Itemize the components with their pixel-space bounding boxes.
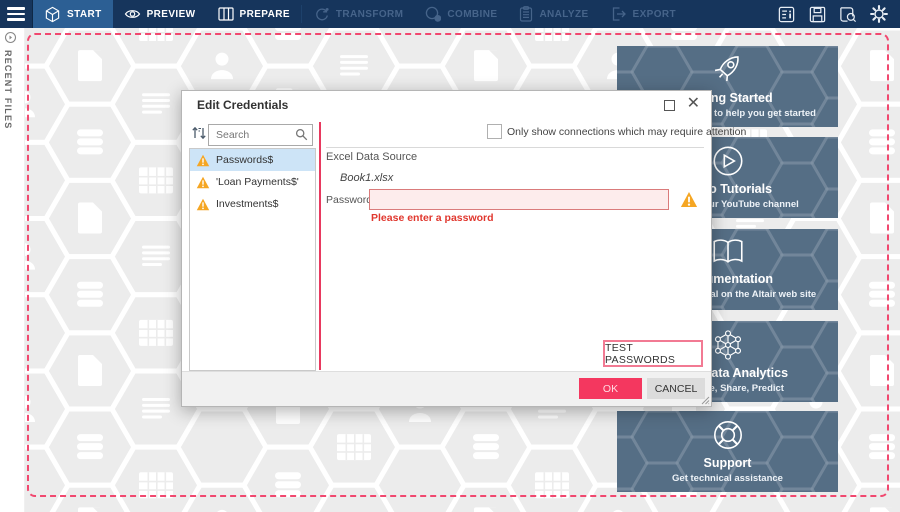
tab-start[interactable]: START — [33, 0, 113, 28]
network-icon — [714, 330, 741, 360]
save-icon[interactable] — [806, 3, 828, 25]
test-passwords-button[interactable]: TEST PASSWORDS — [603, 340, 703, 367]
close-icon[interactable]: ✕ — [687, 94, 700, 114]
tab-label: PREVIEW — [146, 8, 196, 20]
filter-checkbox-label: Only show connections which may require … — [507, 125, 747, 138]
group-divider — [326, 147, 704, 148]
clipboard-icon — [520, 6, 533, 22]
settings-gear-icon[interactable] — [868, 3, 890, 25]
tab-label: ANALYZE — [539, 8, 589, 20]
dialog-title-bar[interactable]: Edit Credentials ✕ — [182, 91, 711, 119]
maximize-icon[interactable] — [664, 100, 675, 111]
list-item-loan-payments[interactable]: 'Loan Payments$' — [190, 171, 315, 193]
tab-label: START — [67, 8, 102, 20]
cube-icon — [45, 6, 60, 22]
tab-label: EXPORT — [632, 8, 677, 20]
venn-icon — [426, 6, 442, 22]
tab-combine: COMBINE — [414, 0, 508, 28]
tab-preview[interactable]: PREVIEW — [113, 0, 207, 28]
warning-icon — [196, 198, 210, 210]
card-subtitle: Get technical assistance — [672, 473, 783, 484]
sort-icon[interactable] — [190, 124, 208, 147]
warning-icon — [680, 191, 698, 208]
list-item-passwords[interactable]: Passwords$ — [190, 149, 315, 171]
recent-files-label[interactable]: RECENT FILES — [3, 50, 13, 129]
app-window: START PREVIEW PREPARE TRANSFORM COMBINE … — [0, 0, 900, 512]
recent-files-panel: RECENT FILES — [0, 28, 25, 512]
tab-analyze: ANALYZE — [508, 0, 599, 28]
columns-icon — [217, 7, 234, 21]
search-box — [208, 124, 313, 146]
tab-transform: TRANSFORM — [302, 0, 414, 28]
expand-panel-icon[interactable] — [4, 31, 17, 49]
list-item-label: 'Loan Payments$' — [216, 176, 299, 188]
list-item-label: Passwords$ — [216, 154, 274, 166]
eye-icon — [124, 10, 140, 18]
search-input[interactable] — [214, 126, 296, 144]
rocket-icon — [714, 56, 739, 82]
tab-label: COMBINE — [447, 8, 498, 20]
hamburger-menu-icon[interactable] — [0, 0, 33, 28]
filter-checkbox[interactable] — [487, 124, 502, 139]
knowledge-search-icon[interactable] — [837, 3, 859, 25]
export-arrow-icon — [612, 7, 626, 21]
card-title: Support — [703, 456, 752, 470]
password-field[interactable] — [369, 189, 669, 210]
dialog-footer: OK CANCEL — [182, 371, 711, 406]
lifering-icon — [713, 421, 742, 449]
password-error-message: Please enter a password — [371, 212, 494, 224]
password-label: Password — [326, 194, 373, 206]
cancel-button[interactable]: CANCEL — [647, 378, 705, 399]
tab-label: TRANSFORM — [335, 8, 404, 20]
refresh-icon — [316, 8, 329, 21]
release-notes-icon[interactable] — [775, 3, 797, 25]
list-item-investments[interactable]: Investments$ — [190, 193, 315, 215]
play-icon — [712, 146, 743, 176]
panel-separator — [319, 122, 321, 370]
file-name: Book1.xlsx — [340, 172, 394, 184]
resize-grip[interactable] — [701, 396, 710, 405]
filter-checkbox-row: Only show connections which may require … — [487, 124, 746, 139]
toolbar-right-icons — [775, 0, 900, 28]
warning-icon — [196, 154, 210, 166]
tab-label: PREPARE — [239, 8, 290, 20]
list-item-label: Investments$ — [216, 198, 279, 210]
warning-icon — [196, 176, 210, 188]
ok-button[interactable]: OK — [579, 378, 642, 399]
connection-list: Passwords$ 'Loan Payments$' Investments$ — [189, 148, 316, 371]
top-toolbar: START PREVIEW PREPARE TRANSFORM COMBINE … — [0, 0, 900, 28]
tab-prepare[interactable]: PREPARE — [207, 0, 301, 28]
dialog-title: Edit Credentials — [197, 98, 289, 112]
search-icon — [295, 128, 308, 141]
book-icon — [712, 239, 743, 263]
edit-credentials-dialog: Edit Credentials ✕ Passwords$ 'Loan Paym… — [181, 90, 746, 407]
card-support[interactable]: Support Get technical assistance — [617, 411, 838, 492]
group-title: Excel Data Source — [326, 151, 418, 163]
tab-export: EXPORT — [600, 0, 688, 28]
